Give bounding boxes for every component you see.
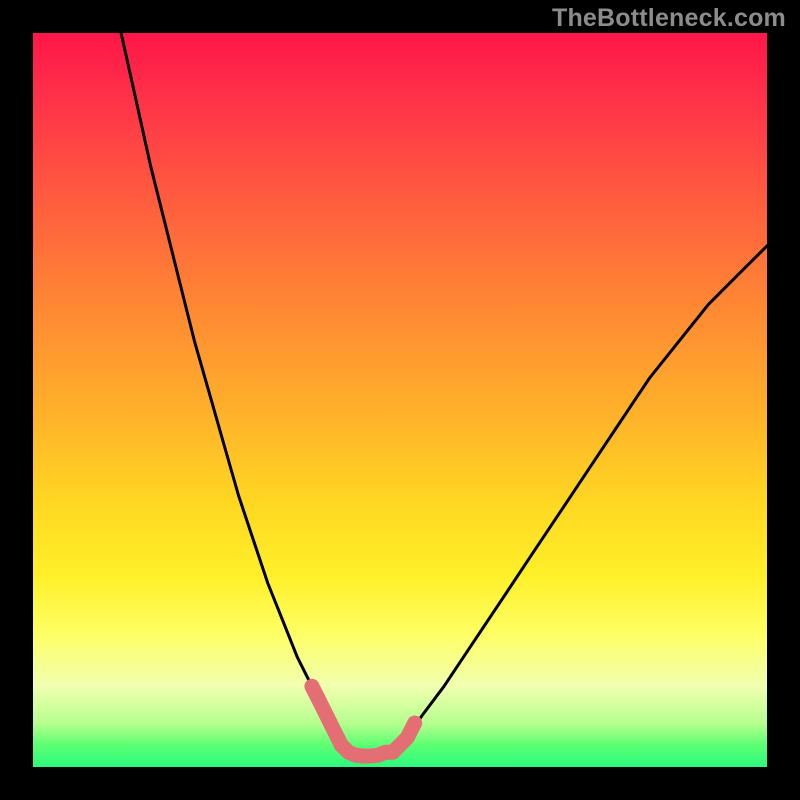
curve-left-branch xyxy=(121,33,349,752)
plot-area xyxy=(33,33,767,767)
watermark-text: TheBottleneck.com xyxy=(552,4,786,33)
highlight-segment xyxy=(312,686,415,756)
chart-frame: TheBottleneck.com xyxy=(0,0,800,800)
curve-layer xyxy=(33,33,767,767)
curve-right-branch xyxy=(393,246,767,752)
